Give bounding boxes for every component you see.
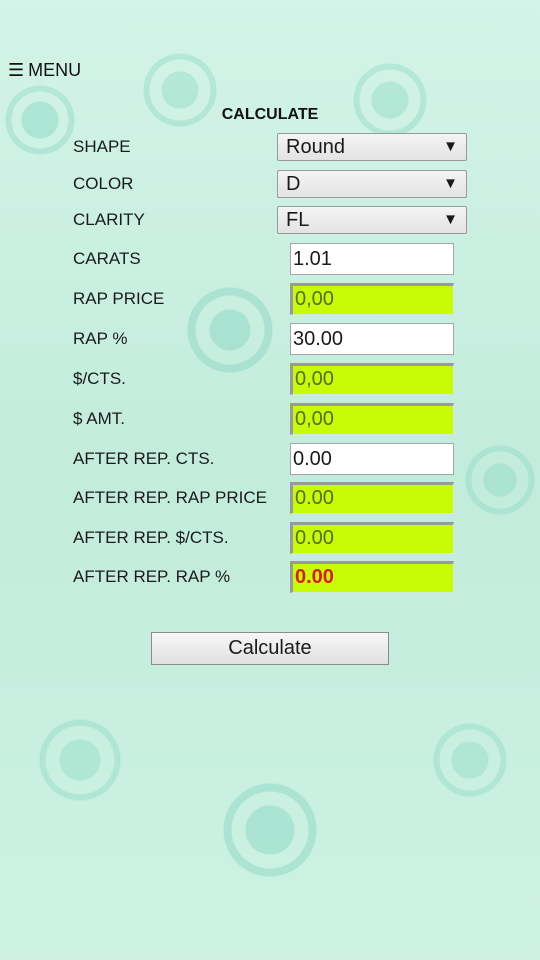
color-value: D [286, 173, 301, 195]
shape-label: SHAPE [73, 137, 131, 156]
amount-label: $ AMT. [73, 409, 125, 428]
rap-price-field: 0,00 [290, 283, 454, 315]
carats-row: CARATS 1.01 [0, 243, 540, 275]
rap-pct-input[interactable]: 30.00 [290, 323, 454, 355]
menu-label: MENU [28, 60, 82, 80]
after-rep-per-cts-label: AFTER REP. $/CTS. [73, 528, 229, 547]
per-cts-row: $/CTS. 0,00 [0, 363, 540, 395]
amount-row: $ AMT. 0,00 [0, 403, 540, 435]
after-rep-cts-label: AFTER REP. CTS. [73, 449, 215, 468]
page-title: CALCULATE [221, 106, 319, 123]
clarity-label: CLARITY [73, 210, 145, 229]
shape-row: SHAPE Round ▼ [0, 131, 540, 163]
after-rep-rap-price-label: AFTER REP. RAP PRICE [73, 488, 267, 507]
color-select[interactable]: D ▼ [277, 170, 467, 198]
after-rep-rap-price-field: 0.00 [290, 482, 454, 514]
after-rep-rap-pct-field: 0.00 [290, 561, 454, 593]
after-rep-cts-row: AFTER REP. CTS. 0.00 [0, 443, 540, 475]
menu-button[interactable]: ☰ MENU [8, 60, 81, 81]
carats-label: CARATS [73, 249, 141, 268]
rap-price-label: RAP PRICE [73, 289, 165, 308]
shape-select[interactable]: Round ▼ [277, 133, 467, 161]
carats-input[interactable]: 1.01 [290, 243, 454, 275]
clarity-value: FL [286, 209, 310, 231]
rap-pct-label: RAP % [73, 329, 128, 348]
after-rep-rap-price-row: AFTER REP. RAP PRICE 0.00 [0, 482, 540, 514]
dropdown-arrow-icon: ▼ [443, 138, 458, 155]
clarity-row: CLARITY FL ▼ [0, 204, 540, 236]
dropdown-arrow-icon: ▼ [443, 175, 458, 192]
amount-field: 0,00 [290, 403, 454, 435]
after-rep-cts-input[interactable]: 0.00 [290, 443, 454, 475]
after-rep-rap-pct-row: AFTER REP. RAP % 0.00 [0, 561, 540, 593]
color-label: COLOR [73, 174, 134, 193]
dropdown-arrow-icon: ▼ [443, 211, 458, 228]
per-cts-label: $/CTS. [73, 369, 126, 388]
per-cts-field: 0,00 [290, 363, 454, 395]
hamburger-icon: ☰ [8, 60, 25, 80]
clarity-select[interactable]: FL ▼ [277, 206, 467, 234]
after-rep-per-cts-row: AFTER REP. $/CTS. 0.00 [0, 522, 540, 554]
color-row: COLOR D ▼ [0, 168, 540, 200]
shape-value: Round [286, 136, 345, 158]
after-rep-per-cts-field: 0.00 [290, 522, 454, 554]
calculate-button[interactable]: Calculate [151, 632, 389, 665]
rap-pct-row: RAP % 30.00 [0, 323, 540, 355]
after-rep-rap-pct-label: AFTER REP. RAP % [73, 567, 231, 586]
rap-price-row: RAP PRICE 0,00 [0, 283, 540, 315]
